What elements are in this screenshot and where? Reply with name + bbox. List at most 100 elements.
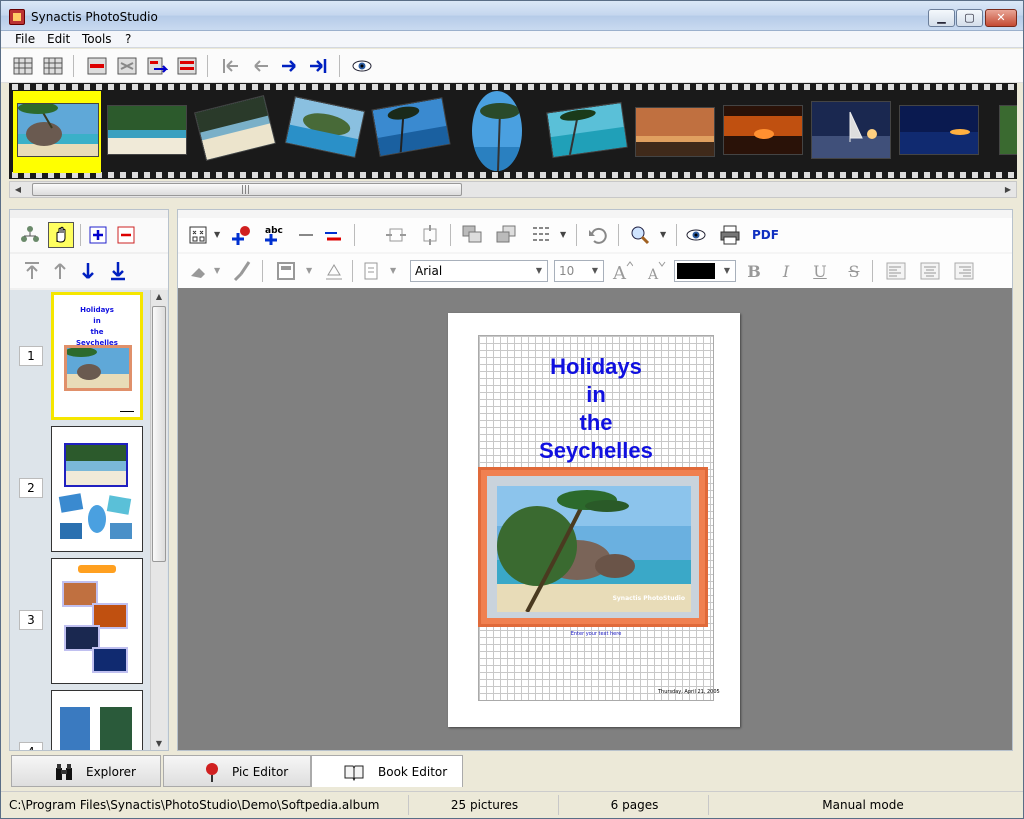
tree-icon[interactable] — [18, 223, 42, 247]
hand-tool-icon[interactable] — [48, 222, 74, 248]
film-thumb[interactable] — [899, 105, 979, 155]
add-text-icon[interactable]: abc — [262, 223, 286, 247]
align-right-icon[interactable] — [952, 259, 976, 283]
film-thumb[interactable] — [723, 105, 803, 155]
strikethrough-icon[interactable]: S — [842, 259, 866, 283]
tab-explorer[interactable]: Explorer — [11, 755, 161, 787]
menu-tools[interactable]: Tools — [82, 32, 112, 46]
align-center-icon[interactable] — [918, 259, 942, 283]
color-dropdown-icon[interactable]: ▼ — [721, 263, 733, 279]
scrollbar-thumb[interactable]: ||| — [32, 183, 462, 196]
size-dropdown-icon[interactable]: ▼ — [589, 263, 601, 279]
sort-pictures-icon[interactable] — [175, 54, 199, 78]
previous-icon[interactable] — [249, 54, 273, 78]
last-icon[interactable] — [306, 54, 330, 78]
minimize-button[interactable]: ▁ — [928, 9, 955, 27]
add-picture-icon[interactable] — [230, 223, 254, 247]
move-top-icon[interactable] — [20, 259, 44, 283]
scroll-up-arrow-icon[interactable]: ▲ — [153, 292, 165, 301]
shadow-icon[interactable] — [322, 259, 346, 283]
fit-height-icon[interactable] — [418, 223, 442, 247]
fill-dropdown-icon[interactable]: ▼ — [214, 266, 220, 275]
italic-icon[interactable]: I — [774, 259, 798, 283]
move-up-icon[interactable] — [48, 259, 72, 283]
grid-select-icon[interactable] — [11, 54, 35, 78]
add-page-icon[interactable] — [86, 223, 110, 247]
underline-icon[interactable]: U — [808, 259, 832, 283]
scroll-down-arrow-icon[interactable]: ▼ — [153, 739, 165, 748]
fit-width-icon[interactable] — [384, 223, 408, 247]
fill-color-icon[interactable] — [186, 259, 210, 283]
film-thumb[interactable] — [107, 105, 187, 155]
pdf-export-button[interactable]: PDF — [752, 228, 779, 242]
page-thumb-2[interactable] — [51, 426, 143, 552]
text-box-icon[interactable] — [360, 259, 384, 283]
print-icon[interactable] — [718, 223, 742, 247]
layout-dropdown-icon[interactable]: ▼ — [214, 230, 220, 239]
remove-picture-item-icon[interactable] — [294, 223, 318, 247]
zoom-dropdown-icon[interactable]: ▼ — [660, 230, 666, 239]
maximize-button[interactable]: ▢ — [956, 9, 983, 27]
menu-file[interactable]: File — [15, 32, 35, 46]
layout-icon[interactable] — [186, 223, 210, 247]
film-thumb[interactable] — [371, 97, 451, 157]
photo-caption[interactable]: Enter your text here — [478, 631, 714, 637]
align-grid-icon[interactable] — [530, 223, 554, 247]
book-page[interactable]: Holidays in the Seychelles Synactis Phot… — [448, 313, 740, 727]
scroll-right-arrow-icon[interactable]: ▶ — [1001, 183, 1015, 196]
scroll-left-arrow-icon[interactable]: ◀ — [11, 183, 25, 196]
film-thumb[interactable] — [811, 101, 891, 159]
text-color-select[interactable]: ▼ — [674, 260, 736, 282]
zoom-icon[interactable] — [628, 223, 652, 247]
send-back-icon[interactable] — [494, 223, 518, 247]
font-family-select[interactable]: Arial ▼ — [410, 260, 548, 282]
view-eye-icon[interactable] — [350, 54, 374, 78]
move-bottom-icon[interactable] — [106, 259, 130, 283]
bold-icon[interactable]: B — [742, 259, 766, 283]
align-left-icon[interactable] — [884, 259, 908, 283]
film-thumb[interactable] — [999, 105, 1017, 155]
film-thumb[interactable] — [194, 95, 276, 161]
page-thumb-3[interactable] — [51, 558, 143, 684]
film-thumb[interactable] — [472, 91, 522, 171]
align-dropdown-icon[interactable]: ▼ — [560, 230, 566, 239]
shrink-font-icon[interactable]: A — [644, 259, 668, 283]
remove-page-icon[interactable] — [114, 223, 138, 247]
border-icon[interactable] — [274, 259, 298, 283]
page-thumb-1[interactable]: Holidays in the Seychelles — [51, 292, 143, 420]
grid-deselect-icon[interactable] — [41, 54, 65, 78]
page-title-text[interactable]: Holidays in the Seychelles — [478, 353, 714, 465]
page-list-scroll-thumb[interactable] — [152, 306, 166, 562]
film-thumb[interactable] — [546, 101, 628, 159]
page-canvas[interactable]: Holidays in the Seychelles Synactis Phot… — [178, 288, 1012, 750]
move-picture-icon[interactable] — [145, 54, 169, 78]
border-dropdown-icon[interactable]: ▼ — [306, 266, 312, 275]
remove-picture-icon[interactable] — [85, 54, 109, 78]
font-size-select[interactable]: 10 ▼ — [554, 260, 604, 282]
text-box-dropdown-icon[interactable]: ▼ — [390, 266, 396, 275]
film-thumb[interactable] — [635, 107, 715, 157]
move-down-icon[interactable] — [76, 259, 100, 283]
tab-pic-editor[interactable]: Pic Editor — [163, 755, 311, 787]
bring-front-icon[interactable] — [460, 223, 484, 247]
remove-all-icon[interactable] — [115, 54, 139, 78]
undo-icon[interactable] — [586, 223, 610, 247]
page-list-scrollbar[interactable]: ▲ ▼ — [150, 290, 167, 750]
filmstrip-scrollbar[interactable]: ◀ ||| ▶ — [9, 181, 1017, 198]
first-icon[interactable] — [219, 54, 243, 78]
photo-frame[interactable]: Synactis PhotoStudio — [478, 467, 708, 627]
font-dropdown-icon[interactable]: ▼ — [533, 263, 545, 279]
next-icon[interactable] — [277, 54, 301, 78]
remove-text-icon[interactable] — [322, 223, 346, 247]
film-thumb[interactable] — [284, 96, 366, 158]
menu-edit[interactable]: Edit — [47, 32, 70, 46]
tab-book-editor[interactable]: Book Editor — [311, 755, 463, 787]
brush-icon[interactable] — [230, 259, 254, 283]
page-photo[interactable]: Synactis PhotoStudio — [497, 486, 691, 612]
grow-font-icon[interactable]: A — [610, 259, 634, 283]
page-date[interactable]: Thursday, April 21, 2005 — [658, 689, 720, 695]
close-button[interactable]: ✕ — [985, 9, 1017, 27]
menu-help[interactable]: ? — [125, 32, 131, 46]
page-thumb-4[interactable] — [51, 690, 143, 750]
preview-eye-icon[interactable] — [684, 223, 708, 247]
